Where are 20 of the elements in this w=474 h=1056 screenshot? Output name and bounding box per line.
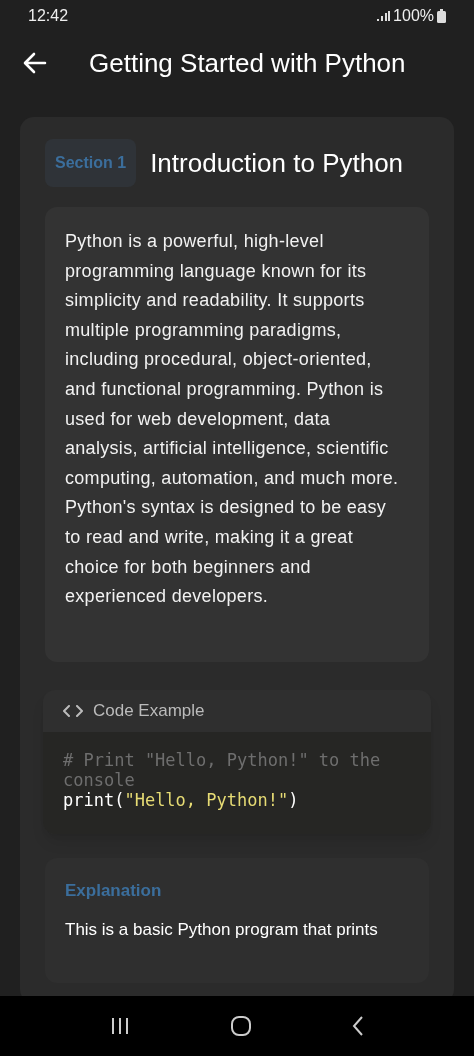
- back-arrow-icon: [23, 52, 47, 74]
- code-line: print("Hello, Python!"): [63, 789, 300, 810]
- back-button[interactable]: [22, 50, 48, 76]
- back-icon[interactable]: [351, 1016, 364, 1036]
- status-time: 12:42: [28, 6, 69, 26]
- code-comment: # Print "Hello, Python!" to the console: [63, 749, 382, 790]
- section-badge: Section 1: [45, 139, 137, 187]
- screen-title: Getting Started with Python: [89, 46, 406, 80]
- section-title: Introduction to Python: [150, 146, 404, 180]
- battery-level: 100%: [393, 6, 434, 26]
- home-icon[interactable]: [231, 1016, 251, 1036]
- explanation-text: This is a basic Python program that prints: [65, 919, 379, 942]
- code-example-header: Code Example: [93, 699, 205, 722]
- battery-icon: [437, 9, 446, 23]
- signal-icon: [377, 11, 391, 21]
- description-paragraph: Python's syntax is designed to be easy to read and write, making it a great choice for both beginners and experienced developers.: [65, 496, 388, 609]
- code-icon: [63, 704, 83, 717]
- recent-apps-icon[interactable]: [110, 1017, 131, 1035]
- description-paragraph: Python is a powerful, high-level programming language known for its simplicity and readability. It supports multiple programming paradigms, including procedural, object-oriented, and functional programming. Python is used for web development, data analysis, artificial intelligence, scientific computing, automation, and much more.: [65, 230, 400, 490]
- explanation-title: Explanation: [65, 879, 163, 902]
